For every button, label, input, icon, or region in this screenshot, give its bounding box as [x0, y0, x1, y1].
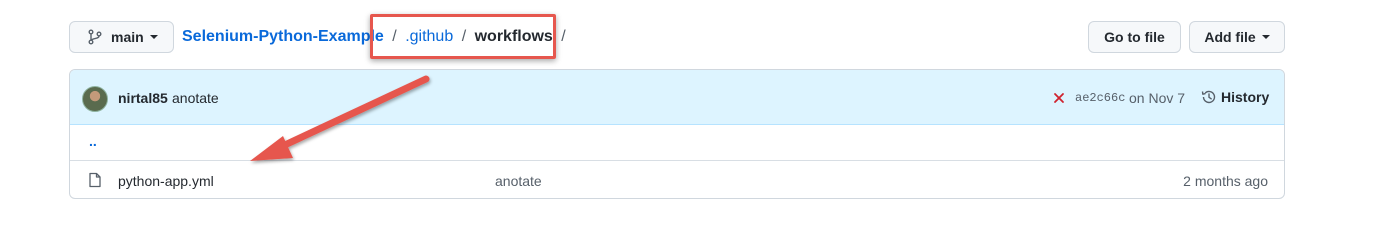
- file-age: 2 months ago: [1183, 173, 1268, 189]
- annotation-highlight-box: [370, 14, 556, 59]
- add-file-button[interactable]: Add file: [1189, 21, 1285, 53]
- parent-directory-link[interactable]: ..: [89, 133, 97, 149]
- add-file-label: Add file: [1204, 29, 1256, 45]
- commit-sha[interactable]: ae2c66c: [1075, 91, 1125, 105]
- table-row[interactable]: python-app.yml anotate 2 months ago: [70, 161, 1284, 198]
- breadcrumb-trailing-separator: /: [561, 28, 566, 45]
- breadcrumb-repo-link[interactable]: Selenium-Python-Example: [182, 28, 384, 45]
- history-label: History: [1221, 89, 1270, 105]
- x-icon[interactable]: [1053, 91, 1065, 107]
- history-link[interactable]: History: [1201, 89, 1269, 105]
- commit-author[interactable]: nirtal85: [118, 90, 168, 106]
- chevron-down-icon: [149, 35, 158, 39]
- git-branch-icon: [87, 29, 111, 45]
- go-to-file-label: Go to file: [1104, 29, 1165, 45]
- latest-commit-bar: nirtal85 anotate ae2c66c on Nov 7 Histor…: [70, 70, 1284, 125]
- chevron-down-icon: [1261, 35, 1270, 39]
- avatar[interactable]: [82, 86, 108, 112]
- parent-directory-row[interactable]: ..: [70, 125, 1284, 161]
- commit-message[interactable]: anotate: [172, 90, 219, 106]
- file-icon: [88, 172, 102, 191]
- file-listing: nirtal85 anotate ae2c66c on Nov 7 Histor…: [69, 69, 1285, 199]
- commit-date: on Nov 7: [1129, 90, 1186, 106]
- branch-label: main: [111, 29, 144, 45]
- go-to-file-button[interactable]: Go to file: [1088, 21, 1181, 53]
- history-icon: [1201, 89, 1221, 105]
- file-commit-message[interactable]: anotate: [495, 173, 542, 189]
- branch-selector-button[interactable]: main: [69, 21, 174, 53]
- file-name-link[interactable]: python-app.yml: [118, 173, 214, 189]
